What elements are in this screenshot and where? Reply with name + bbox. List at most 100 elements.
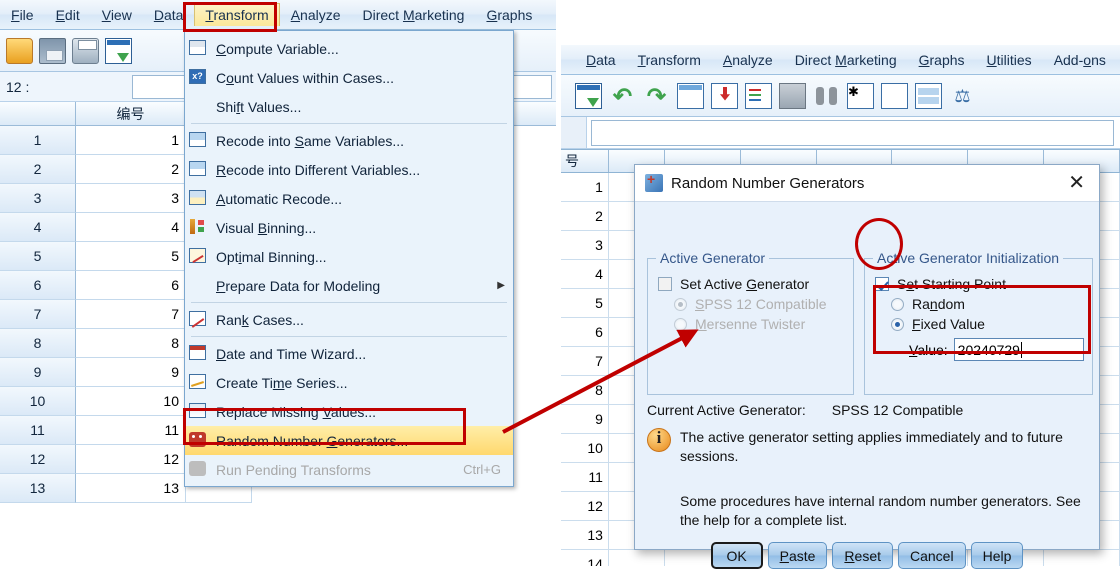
- menu-data[interactable]: Data: [143, 3, 195, 27]
- menu-item-recode-same[interactable]: Recode into Same Variables...: [185, 126, 513, 155]
- menu-transform-right[interactable]: Transform: [627, 48, 712, 72]
- menu-direct-marketing-right[interactable]: Direct Marketing: [784, 48, 908, 72]
- set-active-generator-checkbox[interactable]: [658, 277, 672, 291]
- spss12-compatible-radio-row[interactable]: SPSS 12 Compatible: [674, 296, 845, 312]
- menu-utilities-right[interactable]: Utilities: [976, 48, 1043, 72]
- cancel-button[interactable]: Cancel: [898, 542, 966, 569]
- row-number[interactable]: 5: [0, 242, 76, 271]
- row-number[interactable]: 2: [0, 155, 76, 184]
- cell-bianhao[interactable]: 1: [76, 126, 186, 155]
- variables-icon[interactable]: [105, 37, 132, 64]
- cell-bianhao[interactable]: 6: [76, 271, 186, 300]
- row-number[interactable]: 13: [0, 474, 76, 503]
- ok-button[interactable]: OK: [710, 542, 763, 569]
- menu-view[interactable]: View: [91, 3, 143, 27]
- menu-item-none[interactable]: Shift Values...: [185, 92, 513, 121]
- weight-cases-icon[interactable]: ⚖: [949, 83, 976, 109]
- row-number[interactable]: 7: [0, 300, 76, 329]
- close-icon[interactable]: ✕: [1062, 173, 1091, 193]
- menu-analyze-right[interactable]: Analyze: [712, 48, 784, 72]
- cell-bianhao[interactable]: 5: [76, 242, 186, 271]
- row-number[interactable]: 5: [561, 289, 609, 318]
- set-starting-point-checkbox-row[interactable]: Set Starting Point: [875, 276, 1084, 292]
- menu-item-rank-cases[interactable]: Rank Cases...: [185, 305, 513, 334]
- set-starting-point-checkbox[interactable]: [875, 277, 889, 291]
- cell-bianhao[interactable]: 13: [76, 474, 186, 503]
- menu-item-create-time-series[interactable]: Create Time Series...: [185, 368, 513, 397]
- row-number[interactable]: 2: [561, 202, 609, 231]
- binoculars-icon[interactable]: [813, 83, 840, 109]
- cell-bianhao[interactable]: 4: [76, 213, 186, 242]
- row-number[interactable]: 14: [561, 550, 609, 566]
- value-input[interactable]: 20240729: [953, 338, 1084, 361]
- menu-item-none[interactable]: Prepare Data for Modeling ▶: [185, 271, 513, 300]
- spss12-compatible-radio[interactable]: [674, 297, 687, 311]
- fixed-value-radio-row[interactable]: Fixed Value: [891, 316, 1084, 332]
- open-file-icon[interactable]: [6, 37, 33, 64]
- fixed-value-radio[interactable]: [891, 317, 904, 331]
- row-number[interactable]: 3: [561, 231, 609, 260]
- mersenne-twister-radio[interactable]: [674, 317, 687, 331]
- row-number[interactable]: 10: [0, 387, 76, 416]
- cell-bianhao[interactable]: 8: [76, 329, 186, 358]
- row-number[interactable]: 8: [0, 329, 76, 358]
- right-cell-value-input[interactable]: [591, 119, 1114, 146]
- variables-icon-right[interactable]: [575, 82, 602, 109]
- menu-data-right[interactable]: Data: [575, 48, 627, 72]
- paste-button[interactable]: Paste: [767, 542, 828, 569]
- split-file-icon[interactable]: [915, 82, 942, 109]
- row-number[interactable]: 12: [561, 492, 609, 521]
- menu-item-automatic-recode[interactable]: Automatic Recode...: [185, 184, 513, 213]
- row-number[interactable]: 8: [561, 376, 609, 405]
- undo-icon[interactable]: ↶: [609, 83, 636, 109]
- row-number[interactable]: 9: [561, 405, 609, 434]
- menu-direct-marketing[interactable]: Direct Marketing: [352, 3, 476, 27]
- cell-bianhao[interactable]: 7: [76, 300, 186, 329]
- menu-item-recode-different[interactable]: Recode into Different Variables...: [185, 155, 513, 184]
- cell-bianhao[interactable]: 12: [76, 445, 186, 474]
- mersenne-twister-radio-row[interactable]: Mersenne Twister: [674, 316, 845, 332]
- menu-graphs-right[interactable]: Graphs: [908, 48, 976, 72]
- random-radio[interactable]: [891, 297, 904, 311]
- menu-transform[interactable]: Transform: [194, 3, 280, 26]
- row-number[interactable]: 9: [0, 358, 76, 387]
- row-number[interactable]: 7: [561, 347, 609, 376]
- right-column-header-hao[interactable]: 号: [561, 150, 609, 172]
- cell-bianhao[interactable]: 10: [76, 387, 186, 416]
- menu-edit[interactable]: Edit: [45, 3, 91, 27]
- reset-button[interactable]: Reset: [832, 542, 893, 569]
- menu-item-count-values[interactable]: x? Count Values within Cases...: [185, 63, 513, 92]
- menu-addons-right[interactable]: Add-ons: [1043, 48, 1117, 72]
- print-icon[interactable]: [72, 37, 99, 64]
- random-radio-row[interactable]: Random: [891, 296, 1084, 312]
- row-number[interactable]: 1: [561, 173, 609, 202]
- row-number[interactable]: 4: [0, 213, 76, 242]
- column-header-bianhao[interactable]: 编号: [76, 102, 186, 125]
- goto-variable-icon[interactable]: [711, 82, 738, 109]
- save-file-icon[interactable]: [39, 37, 66, 64]
- menu-file[interactable]: File: [0, 3, 45, 27]
- row-number[interactable]: 1: [0, 126, 76, 155]
- cell-bianhao[interactable]: 2: [76, 155, 186, 184]
- row-number[interactable]: 6: [0, 271, 76, 300]
- row-number[interactable]: 11: [0, 416, 76, 445]
- menu-item-visual-binning[interactable]: Visual Binning...: [185, 213, 513, 242]
- insert-variable-icon[interactable]: [881, 82, 908, 109]
- menu-item-date-time-wizard[interactable]: Date and Time Wizard...: [185, 339, 513, 368]
- help-button[interactable]: Help: [970, 542, 1024, 569]
- cell-bianhao[interactable]: 11: [76, 416, 186, 445]
- menu-item-optimal-binning[interactable]: Optimal Binning...: [185, 242, 513, 271]
- cell-bianhao[interactable]: 3: [76, 184, 186, 213]
- row-number[interactable]: 3: [0, 184, 76, 213]
- menu-item-compute-variable[interactable]: Compute Variable...: [185, 34, 513, 63]
- row-number[interactable]: 6: [561, 318, 609, 347]
- row-number[interactable]: 12: [0, 445, 76, 474]
- descriptives-icon[interactable]: [779, 82, 806, 109]
- goto-case-icon[interactable]: [677, 82, 704, 109]
- menu-graphs[interactable]: Graphs: [475, 3, 543, 27]
- row-number[interactable]: 10: [561, 434, 609, 463]
- menu-item-random-number-generators[interactable]: Random Number Generators...: [185, 426, 513, 455]
- find-icon[interactable]: [745, 82, 772, 109]
- row-number[interactable]: 13: [561, 521, 609, 550]
- redo-icon[interactable]: ↷: [643, 83, 670, 109]
